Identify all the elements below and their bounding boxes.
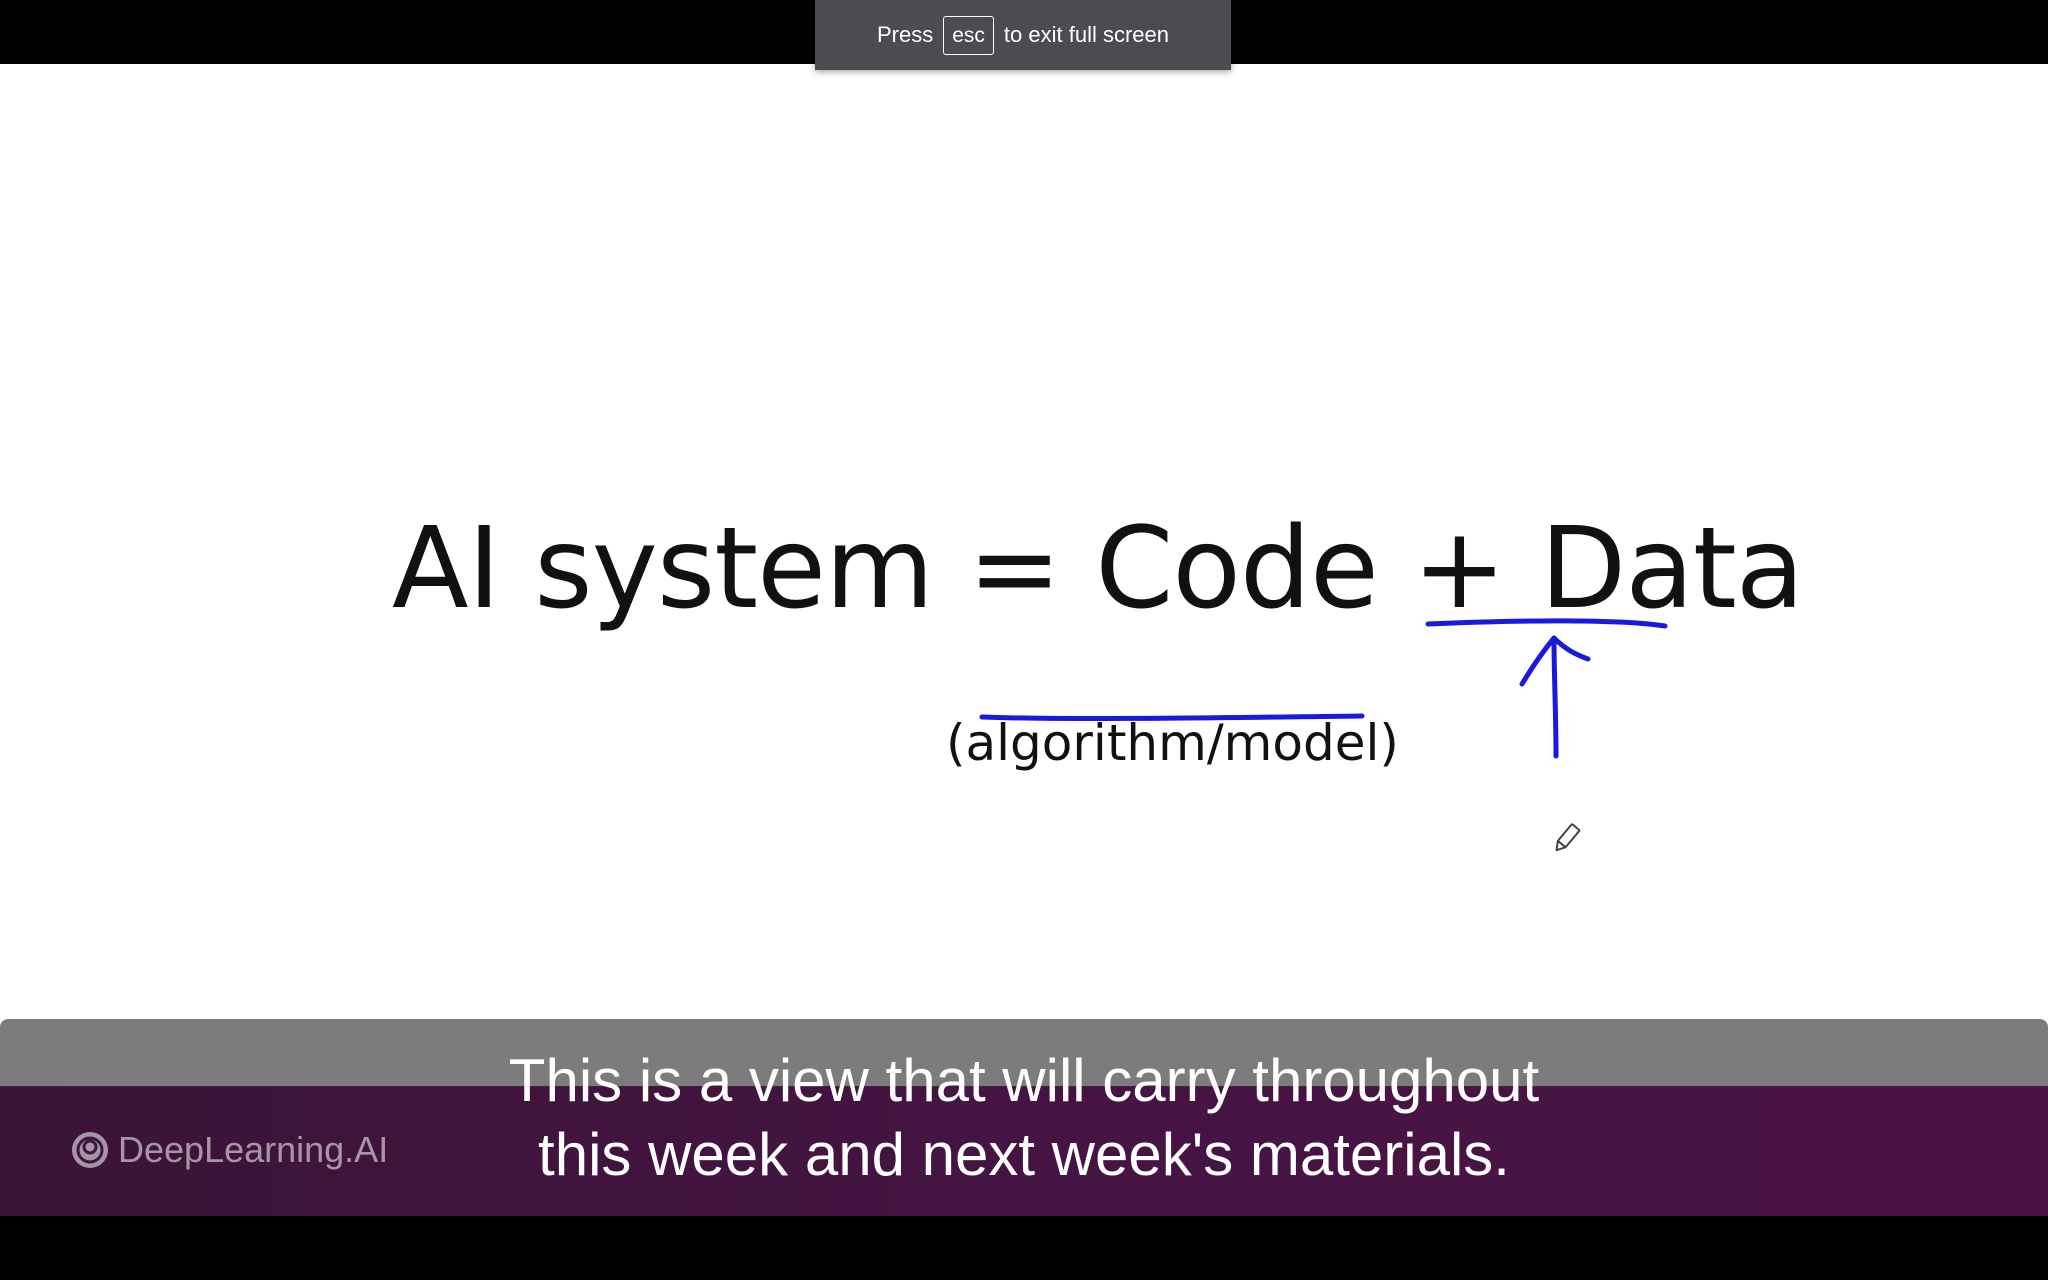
brand-name: DeepLearning.AI [118,1129,389,1170]
caption-line-2: this week and next week's materials. [538,1121,1510,1188]
pen-cursor-icon [1555,823,1581,852]
arrow-shaft [1551,635,1559,759]
slide-subtitle: (algorithm/model) [946,714,1399,772]
subtitle-caption: This is a view that will carry throughou… [424,1044,1624,1192]
caption-line-1: This is a view that will carry throughou… [508,1047,1540,1114]
arrow-head [1519,635,1591,687]
slide-title: AI system = Code + Data [392,504,1804,634]
notice-suffix-text: to exit full screen [1003,22,1169,47]
esc-key-badge: esc [943,15,994,55]
fullscreen-video-player[interactable]: AI system = Code + Data (algorithm/model… [0,0,2048,1280]
brand-watermark: DeepLearning.AI [70,1129,388,1171]
deeplearning-logo-icon [72,1132,108,1168]
exit-fullscreen-notice: Press esc to exit full screen [815,0,1231,70]
notice-press-text: Press [876,22,934,47]
